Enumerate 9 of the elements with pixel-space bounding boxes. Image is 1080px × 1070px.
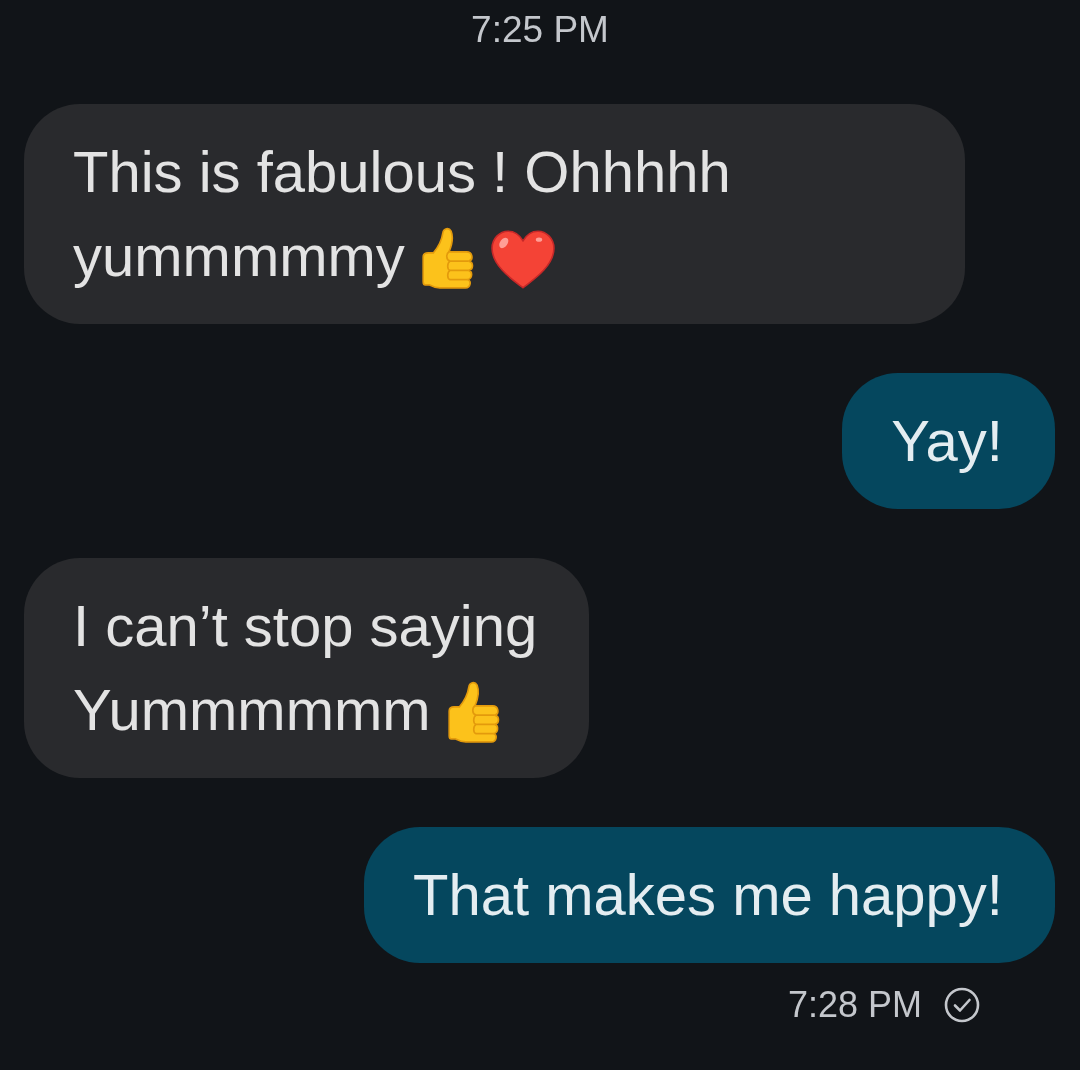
timestamp: 7:25 PM	[471, 8, 609, 52]
message-text: Yay!	[891, 408, 1003, 473]
heart-icon	[490, 230, 555, 290]
timestamp: 7:28 PM	[787, 983, 922, 1027]
message-text: This is fabulous ! Ohhhhh	[73, 139, 731, 204]
message-text: That makes me happy!	[413, 862, 1003, 927]
message-text: yummmmmy	[73, 223, 405, 288]
message-text: Yummmmmm	[73, 677, 431, 742]
message-text: I can’t stop saying	[73, 593, 538, 658]
